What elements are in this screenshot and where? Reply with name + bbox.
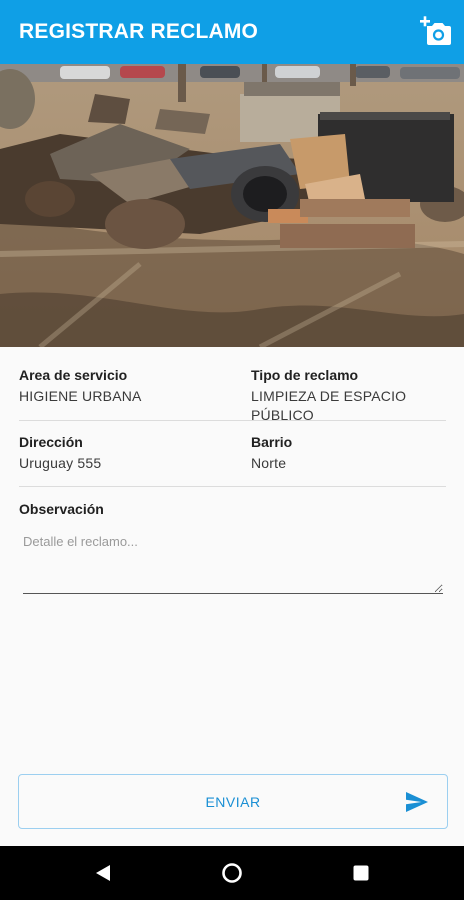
direccion-field: Dirección Uruguay 555 bbox=[19, 433, 101, 473]
send-icon bbox=[406, 792, 428, 812]
observacion-field: Observación bbox=[19, 500, 104, 518]
tipo-reclamo-label: Tipo de reclamo bbox=[251, 367, 359, 383]
observacion-input[interactable] bbox=[23, 530, 443, 594]
divider bbox=[19, 420, 446, 421]
divider bbox=[19, 486, 446, 487]
direccion-label: Dirección bbox=[19, 434, 83, 450]
observacion-label: Observación bbox=[19, 501, 104, 517]
barrio-field: Barrio Norte bbox=[251, 433, 292, 473]
page-title: REGISTRAR RECLAMO bbox=[19, 20, 259, 43]
tipo-reclamo-value-line1: LIMPIEZA DE ESPACIO bbox=[251, 388, 407, 404]
home-circle-icon[interactable] bbox=[219, 860, 245, 886]
tipo-reclamo-field: Tipo de reclamo LIMPIEZA DE ESPACIO PÚBL… bbox=[251, 366, 406, 425]
app-bar: REGISTRAR RECLAMO bbox=[0, 0, 464, 64]
send-button-label: ENVIAR bbox=[205, 793, 261, 810]
tipo-reclamo-value-line2: PÚBLICO bbox=[251, 407, 314, 423]
back-triangle-icon[interactable] bbox=[90, 860, 116, 886]
direccion-value: Uruguay 555 bbox=[19, 455, 102, 471]
area-servicio-value: HIGIENE URBANA bbox=[19, 388, 142, 404]
area-servicio-label: Area de servicio bbox=[19, 367, 128, 383]
barrio-value: Norte bbox=[251, 455, 287, 471]
barrio-label: Barrio bbox=[251, 434, 293, 450]
add-photo-icon[interactable] bbox=[418, 15, 452, 47]
send-button[interactable]: ENVIAR bbox=[18, 774, 448, 829]
complaint-photo bbox=[0, 64, 464, 347]
recents-square-icon[interactable] bbox=[348, 860, 374, 886]
system-nav-bar bbox=[0, 846, 464, 900]
area-servicio-field: Area de servicio HIGIENE URBANA bbox=[19, 366, 142, 406]
